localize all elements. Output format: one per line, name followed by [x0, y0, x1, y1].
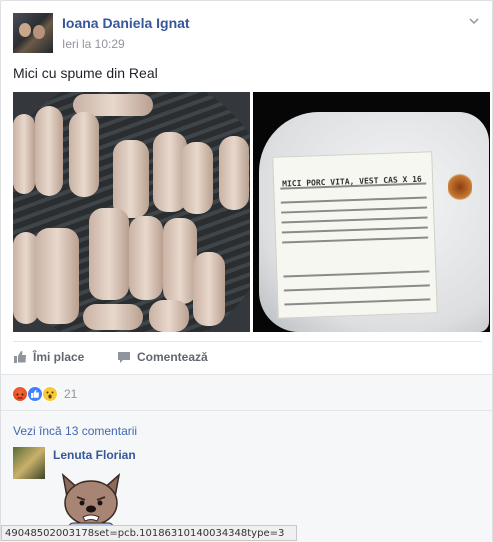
reaction-count: 21 — [64, 387, 78, 401]
comment-button[interactable]: Comentează — [117, 350, 208, 364]
commenter-avatar[interactable] — [13, 447, 45, 479]
comment-label: Comentează — [137, 350, 208, 364]
photo-mici-package[interactable]: MICI PORC VITA, VEST CAS X 16 — [253, 92, 490, 332]
photo-grid: MICI PORC VITA, VEST CAS X 16 — [13, 92, 490, 332]
product-label: MICI PORC VITA, VEST CAS X 16 — [272, 151, 438, 319]
mici-piece — [149, 300, 189, 332]
label-line — [282, 236, 429, 244]
mici-piece — [163, 218, 197, 304]
mici-piece — [35, 106, 63, 196]
label-line — [283, 284, 430, 292]
mici-piece — [113, 140, 149, 218]
avatar-face-right — [33, 25, 45, 39]
post-header: Ioana Daniela Ignat Ieri la 10:29 — [13, 13, 482, 53]
like-label: Îmi place — [33, 350, 85, 364]
mici-piece — [181, 142, 213, 214]
mici-piece — [13, 114, 35, 194]
author-name-link[interactable]: Ioana Daniela Ignat — [62, 15, 190, 31]
post-timestamp[interactable]: Ieri la 10:29 — [62, 37, 125, 51]
like-reaction-icon — [27, 386, 43, 402]
post-text: Mici cu spume din Real — [13, 65, 158, 81]
comment-icon — [118, 352, 130, 363]
chevron-down-icon[interactable] — [466, 15, 482, 31]
author-avatar[interactable] — [13, 13, 53, 53]
like-button[interactable]: Îmi place — [13, 350, 84, 364]
wow-reaction-icon — [42, 386, 58, 402]
comments-section: Vezi încă 13 comentarii Lenuta Florian — [1, 410, 492, 542]
avatar-face-left — [19, 23, 31, 37]
mici-piece — [89, 208, 129, 300]
feed-post: Ioana Daniela Ignat Ieri la 10:29 Mici c… — [0, 0, 493, 542]
post-actions: Îmi place Comentează — [13, 341, 482, 373]
view-more-comments-link[interactable]: Vezi încă 13 comentarii — [13, 424, 137, 438]
mici-piece — [219, 136, 249, 210]
mici-piece — [69, 112, 99, 197]
sauce-stain — [448, 172, 472, 202]
angry-reaction-icon — [12, 386, 28, 402]
browser-status-url: 49048502003178set=pcb.10186310140034348t… — [1, 525, 297, 541]
label-line — [281, 206, 428, 214]
mici-piece — [129, 216, 163, 300]
label-line — [284, 298, 431, 306]
label-line — [280, 196, 427, 204]
timestamp-text: Ieri la 10:29 — [62, 37, 125, 51]
mici-piece — [83, 304, 143, 330]
commenter-name-link[interactable]: Lenuta Florian — [53, 448, 136, 462]
thumbs-up-icon — [14, 351, 26, 363]
label-line — [283, 270, 430, 278]
label-line — [281, 226, 428, 234]
reactions-summary[interactable]: 21 — [1, 374, 492, 410]
photo-mici-grill[interactable] — [13, 92, 250, 332]
label-line — [281, 216, 428, 224]
mici-piece — [35, 228, 79, 324]
mici-piece — [193, 252, 225, 326]
